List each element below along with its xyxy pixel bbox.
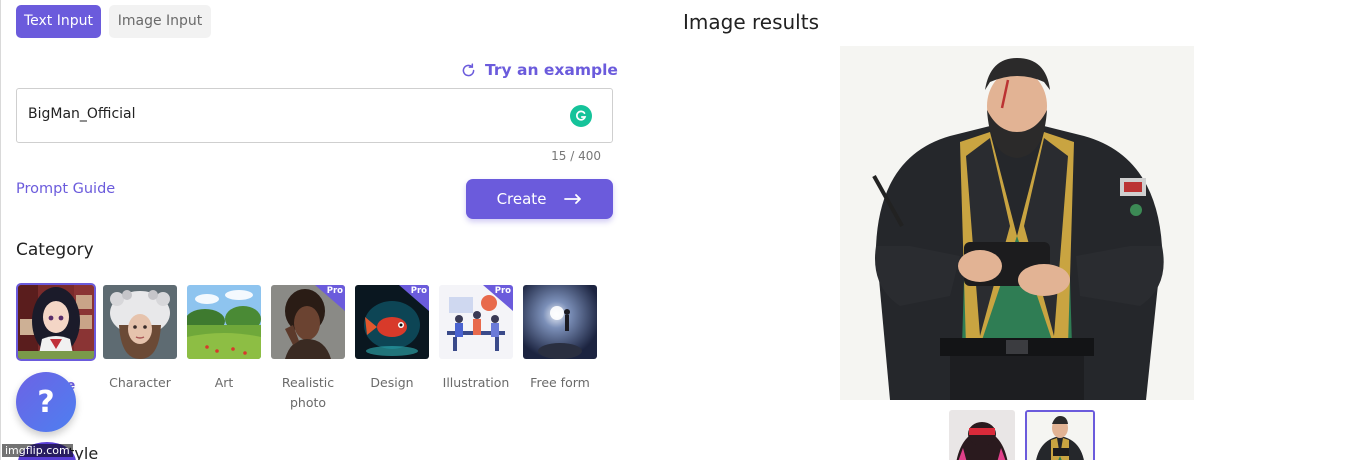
- create-button-label: Create: [496, 190, 547, 208]
- tab-image-input[interactable]: Image Input: [109, 5, 211, 38]
- prompt-box: [16, 88, 613, 143]
- design-thumbnail: Pro: [355, 285, 429, 359]
- create-button[interactable]: Create: [466, 179, 613, 219]
- result-main-image[interactable]: [840, 46, 1194, 400]
- character-thumbnail: [103, 285, 177, 359]
- arrow-right-icon: [564, 194, 582, 204]
- category-label: Art: [214, 375, 234, 390]
- category-label: Character: [109, 375, 171, 390]
- result-thumbnail-1[interactable]: [949, 410, 1015, 460]
- watermark: imgflip.com: [2, 444, 73, 457]
- illustration-thumbnail: Pro: [439, 285, 513, 359]
- anime-thumbnail: [16, 283, 96, 361]
- category-realistic-photo[interactable]: Pro Realistic photo: [271, 285, 347, 413]
- pro-badge-label: Pro: [494, 286, 511, 296]
- category-free-form[interactable]: Free form: [523, 285, 599, 393]
- help-button[interactable]: ?: [16, 372, 76, 432]
- pro-badge-label: Pro: [410, 286, 427, 296]
- page-left-border: [0, 0, 1, 460]
- category-label: Illustration: [442, 375, 510, 390]
- pro-badge-label: Pro: [326, 286, 343, 296]
- grammarly-icon[interactable]: [570, 105, 592, 127]
- refresh-icon: [462, 62, 475, 76]
- art-thumbnail: [187, 285, 261, 359]
- prompt-input[interactable]: [28, 106, 548, 122]
- result-thumbnail-2[interactable]: [1025, 410, 1095, 460]
- char-count: 15 / 400: [551, 149, 601, 163]
- results-title: Image results: [683, 10, 819, 34]
- try-example-link[interactable]: Try an example: [460, 60, 618, 80]
- realistic-photo-thumbnail: Pro: [271, 285, 345, 359]
- category-label: Design: [370, 375, 414, 390]
- try-example-label: Try an example: [485, 61, 618, 79]
- category-design[interactable]: Pro Design: [355, 285, 431, 393]
- category-character[interactable]: Character: [103, 285, 179, 393]
- category-title: Category: [16, 240, 94, 260]
- category-illustration[interactable]: Pro Illustration: [439, 285, 515, 393]
- prompt-guide-link[interactable]: Prompt Guide: [16, 181, 115, 197]
- tab-text-input[interactable]: Text Input: [16, 5, 101, 38]
- help-question-icon: ?: [37, 384, 55, 420]
- category-label: Realistic photo: [281, 375, 335, 410]
- free-form-thumbnail: [523, 285, 597, 359]
- category-label: Free form: [530, 375, 590, 390]
- category-art[interactable]: Art: [187, 285, 263, 393]
